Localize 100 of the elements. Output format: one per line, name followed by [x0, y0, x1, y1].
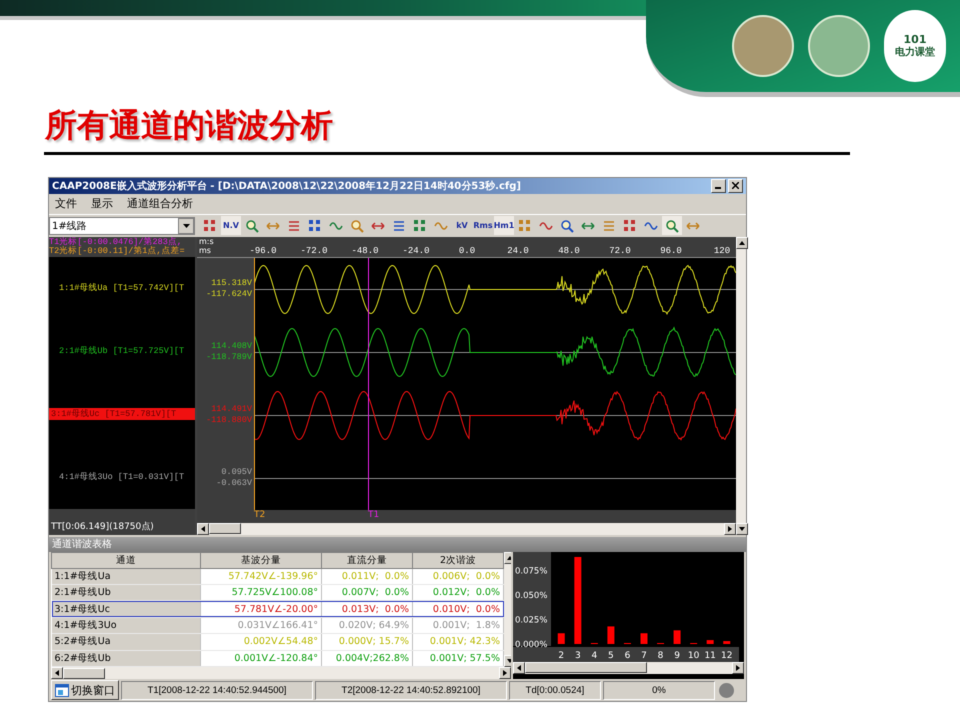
x-tick-label: 3 — [574, 650, 581, 661]
switch-window-button[interactable]: 切换窗口 — [51, 680, 119, 700]
toolbar-button[interactable] — [662, 216, 682, 236]
column-header[interactable]: 2次谐波 — [412, 552, 504, 568]
y-tick-label: 0.075% — [515, 566, 548, 576]
y-tick-label: 0.025% — [515, 615, 548, 626]
vertical-scrollbar[interactable] — [736, 236, 746, 535]
axis-tick-label: -48.0 — [352, 246, 378, 256]
horizontal-scrollbar[interactable] — [51, 667, 511, 680]
close-button[interactable] — [728, 178, 743, 193]
status-field: T2[2008-12-22 14:40:52.892100] — [315, 680, 507, 700]
magnifier-icon — [245, 218, 259, 233]
table-cell: 4:1#母线3Uo — [52, 617, 200, 634]
right-arrow-icon — [503, 670, 507, 676]
close-icon — [732, 182, 739, 190]
min-value: -118.789V — [206, 352, 252, 364]
horizontal-scrollbar[interactable] — [197, 522, 736, 535]
axis-tick-label: 96.0 — [660, 246, 682, 256]
right-arrow-icon — [736, 664, 740, 671]
table-cell: 0.001V∠-120.84° — [200, 650, 322, 667]
logo-number: 101 — [904, 34, 926, 46]
axis-unit: m:s — [199, 236, 214, 246]
table-cell: 1:1#母线Ua — [52, 568, 200, 585]
axis-tick-label: 48.0 — [558, 246, 580, 256]
menu-item[interactable]: 通道组合分析 — [127, 196, 193, 212]
slide-title: 所有通道的谐波分析 — [44, 105, 334, 146]
list-icon — [392, 218, 406, 233]
table-row[interactable]: 5:2#母线Ua 0.002V∠54.48° 0.000V; 15.7% 0.001V; 42.3% — [52, 634, 504, 650]
scroll-thumb[interactable] — [63, 668, 105, 679]
harmonic-bar — [674, 630, 681, 644]
cursor-marker[interactable]: T2 — [254, 510, 266, 520]
x-tick-label: 11 — [704, 650, 716, 661]
toolbar-button[interactable]: kV — [452, 216, 472, 236]
toolbar-button[interactable]: Hm1 — [494, 216, 514, 236]
column-header[interactable]: 直流分量 — [322, 552, 412, 568]
grid-icon — [518, 218, 532, 233]
table-cell: 0.001V; 1.8% — [412, 617, 504, 634]
x-tick-label: 9 — [674, 650, 680, 661]
harmonic-bar — [706, 640, 714, 644]
window-icon — [55, 684, 69, 697]
table-row[interactable]: 4:1#母线3Uo 0.031V∠166.41° 0.020V; 64.9% 0.001V; 1.8% — [52, 617, 504, 634]
x-tick-label: 2 — [558, 650, 564, 661]
axis-tick-label: -96.0 — [250, 246, 276, 256]
scroll-thumb[interactable] — [525, 662, 647, 674]
indicator-light — [719, 682, 734, 698]
table-cell: 57.742V∠-139.96° — [200, 568, 322, 585]
harmonic-bar — [723, 640, 730, 644]
x-tick-label: 10 — [688, 650, 700, 661]
menu-item[interactable]: 文件 — [55, 196, 77, 212]
list-icon — [287, 218, 301, 233]
channel-label[interactable]: 2:1#母线Ub [T1=57.725V][T — [49, 345, 195, 358]
horizontal-scrollbar[interactable] — [513, 662, 744, 674]
x-tick-label: 8 — [658, 650, 664, 661]
axis-tick-label: 0.0 — [458, 246, 476, 256]
table-cell: 2:1#母线Ub — [52, 584, 200, 601]
progress-field: 0% — [603, 680, 715, 700]
table-cell: 0.011V; 0.0% — [322, 568, 412, 585]
list-icon — [602, 218, 616, 233]
channel-label[interactable]: 4:1#母线3Uo [T1=0.031V][T — [49, 471, 195, 484]
status-field: Td[0:00.0524] — [509, 680, 601, 700]
table-cell: 57.725V∠100.08° — [200, 584, 322, 601]
harmonic-bar — [607, 626, 614, 644]
vertical-scrollbar[interactable] — [504, 552, 511, 668]
column-header[interactable]: 通道 — [52, 552, 200, 568]
table-cell: 0.007V; 0.0% — [322, 584, 412, 601]
table-cell: 57.781V∠-20.00° — [200, 600, 322, 618]
table-cell: 0.010V; 0.0% — [412, 600, 504, 618]
table-cell: 0.020V; 64.9% — [322, 617, 412, 634]
table-cell: 0.031V∠166.41° — [200, 617, 322, 634]
pane-title: 通道谐波表格 — [51, 538, 112, 552]
table-cell: 0.001V; 42.3% — [412, 634, 504, 650]
total-time: TT[0:06.149](18750点) — [50, 520, 154, 534]
table-row[interactable]: 1:1#母线Ua 57.742V∠-139.96° 0.011V; 0.0% 0.006V; 0.0% — [52, 568, 504, 585]
channel-label[interactable]: 1:1#母线Ua [T1=57.742V][T — [49, 282, 195, 294]
table-cell: 3:1#母线Uc — [52, 600, 200, 618]
table-row[interactable]: 3:1#母线Uc 57.781V∠-20.00° 0.013V; 0.0% 0.010V; 0.0% — [52, 600, 504, 618]
scroll-thumb[interactable] — [209, 523, 241, 534]
y-tick-label: 0.050% — [515, 590, 548, 601]
cursor-info: T1光标[-0:00.0476]/第283点, — [49, 238, 183, 247]
toolbar-button[interactable]: N.V — [221, 216, 241, 236]
menu-item[interactable]: 显示 — [91, 196, 113, 212]
column-header[interactable]: 基波分量 — [200, 552, 322, 568]
table-row[interactable]: 2:1#母线Ub 57.725V∠100.08° 0.007V; 0.0% 0.012V; 0.0% — [52, 584, 504, 601]
max-value: 0.095V — [221, 467, 252, 478]
table-row[interactable]: 6:2#母线Ub 0.001V∠-120.84° 0.004V;262.8% 0.001V; 57.5% — [52, 650, 504, 667]
table-cell: 0.000V; 15.7% — [322, 634, 412, 650]
left-arrow-icon — [201, 526, 205, 532]
toolbar-button[interactable]: Rms — [473, 216, 493, 236]
right-arrow-icon — [728, 526, 732, 532]
table-cell: 0.002V∠54.48° — [200, 634, 322, 650]
left-arrow-icon — [517, 664, 521, 671]
axis-tick-label: -72.0 — [300, 246, 328, 256]
min-value: -0.063V — [216, 478, 252, 490]
axis-tick-label: -24.0 — [402, 246, 430, 256]
minimize-button[interactable] — [711, 178, 726, 193]
magnifier-icon — [560, 218, 574, 233]
up-arrow-icon — [739, 240, 745, 245]
up-arrow-icon — [507, 556, 511, 560]
window-title: CAAP2008E嵌入式波形分析平台 - [D:\DATA\2008\12\22\2008年12月22日14时40分53秒.cfg] — [52, 180, 522, 193]
line-dropdown[interactable]: 1#线路 — [49, 216, 195, 235]
